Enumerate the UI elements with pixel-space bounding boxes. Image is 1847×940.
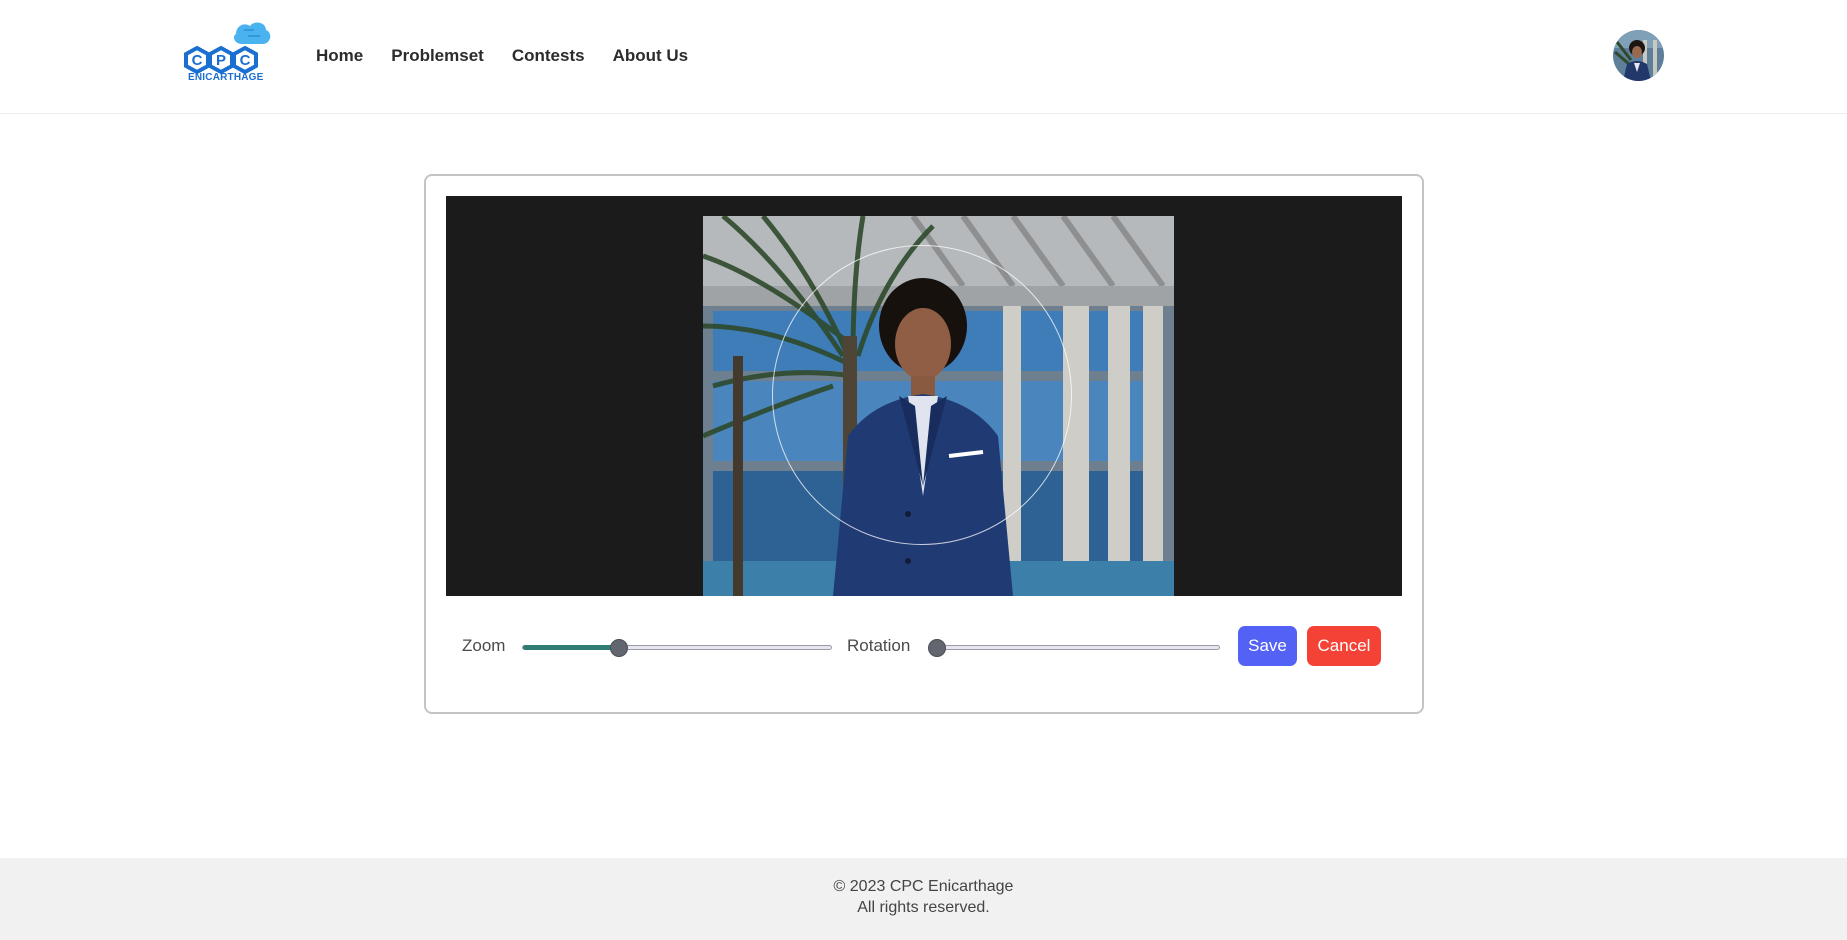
rotation-slider-thumb[interactable]	[928, 639, 946, 657]
zoom-slider-thumb[interactable]	[610, 639, 628, 657]
rights-text: All rights reserved.	[857, 899, 990, 916]
copyright-text: © 2023 CPC Enicarthage	[833, 878, 1014, 895]
logo-caption: ENICARTHAGE	[188, 72, 264, 83]
logo-letter-c2: C	[240, 52, 251, 69]
zoom-slider[interactable]	[522, 639, 832, 657]
crop-circle-handle[interactable]	[772, 245, 1072, 545]
avatar-cropper-card: Zoom Rotation Save Cancel	[424, 174, 1424, 714]
zoom-slider-fill	[523, 645, 619, 650]
logo-letter-c1: C	[192, 52, 203, 69]
cancel-button[interactable]: Cancel	[1307, 626, 1381, 666]
site-header: C P C ENICARTHAGE Home Problemset Contes…	[0, 0, 1847, 114]
logo-letter-p: P	[216, 52, 226, 69]
main-nav: Home Problemset Contests About Us	[316, 46, 716, 66]
nav-contests[interactable]: Contests	[512, 46, 585, 66]
rotation-slider[interactable]	[928, 639, 1220, 657]
cropper-controls: Zoom Rotation Save Cancel	[462, 626, 1392, 666]
nav-home[interactable]: Home	[316, 46, 363, 66]
user-avatar[interactable]	[1613, 30, 1664, 81]
nav-about-us[interactable]: About Us	[613, 46, 689, 66]
user-avatar-icon	[1613, 30, 1664, 81]
zoom-label: Zoom	[462, 636, 506, 655]
site-footer: © 2023 CPC Enicarthage All rights reserv…	[0, 858, 1847, 940]
rotation-label: Rotation	[847, 636, 911, 655]
crop-area[interactable]	[446, 196, 1402, 596]
save-button[interactable]: Save	[1238, 626, 1297, 666]
cpc-logo[interactable]: C P C ENICARTHAGE	[184, 20, 274, 86]
nav-problemset[interactable]: Problemset	[391, 46, 484, 66]
